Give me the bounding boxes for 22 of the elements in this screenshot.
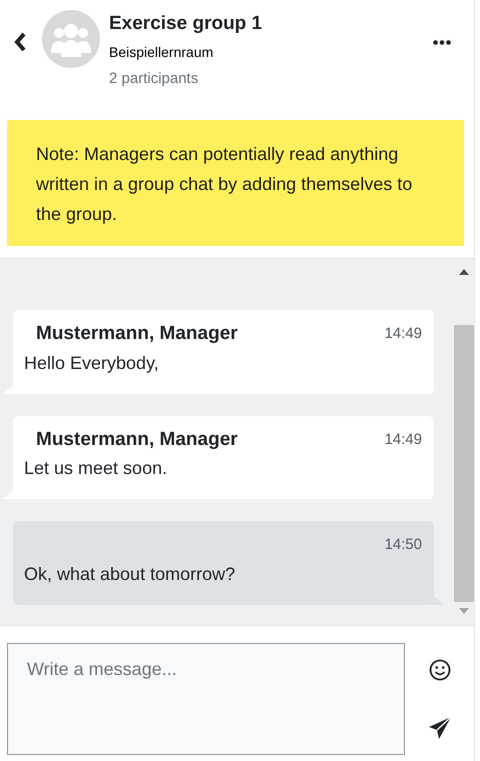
group-avatar-icon	[42, 10, 100, 68]
scrollbar-thumb[interactable]	[454, 325, 474, 602]
chat-title: Exercise group 1	[109, 12, 264, 36]
note-text: Note: Managers can potentially read anything written in a group chat by adding themselves to the group.	[36, 143, 414, 226]
more-icon	[433, 40, 451, 44]
participant-count: 2 participants	[109, 70, 200, 88]
emoji-button[interactable]	[426, 657, 452, 683]
scroll-up-icon[interactable]	[459, 269, 469, 275]
paper-plane-icon	[428, 716, 452, 740]
message-author: Mustermann, Manager	[35, 428, 239, 451]
send-button[interactable]	[426, 715, 452, 741]
course-name: Beispiellernraum	[109, 43, 214, 61]
back-icon	[13, 31, 27, 53]
message-time: 14:49	[384, 430, 423, 450]
message-input-field[interactable]: Write a message...	[7, 643, 405, 755]
message-text: Let us meet soon.	[24, 457, 168, 479]
message-text: Ok, what about tomorrow?	[24, 562, 236, 584]
message-time: 14:50	[384, 535, 423, 555]
message-author: Mustermann, Manager	[35, 323, 239, 346]
message-text: Hello Everybody,	[24, 352, 160, 374]
smiley-icon	[428, 659, 450, 681]
message-time: 14:49	[384, 324, 423, 344]
